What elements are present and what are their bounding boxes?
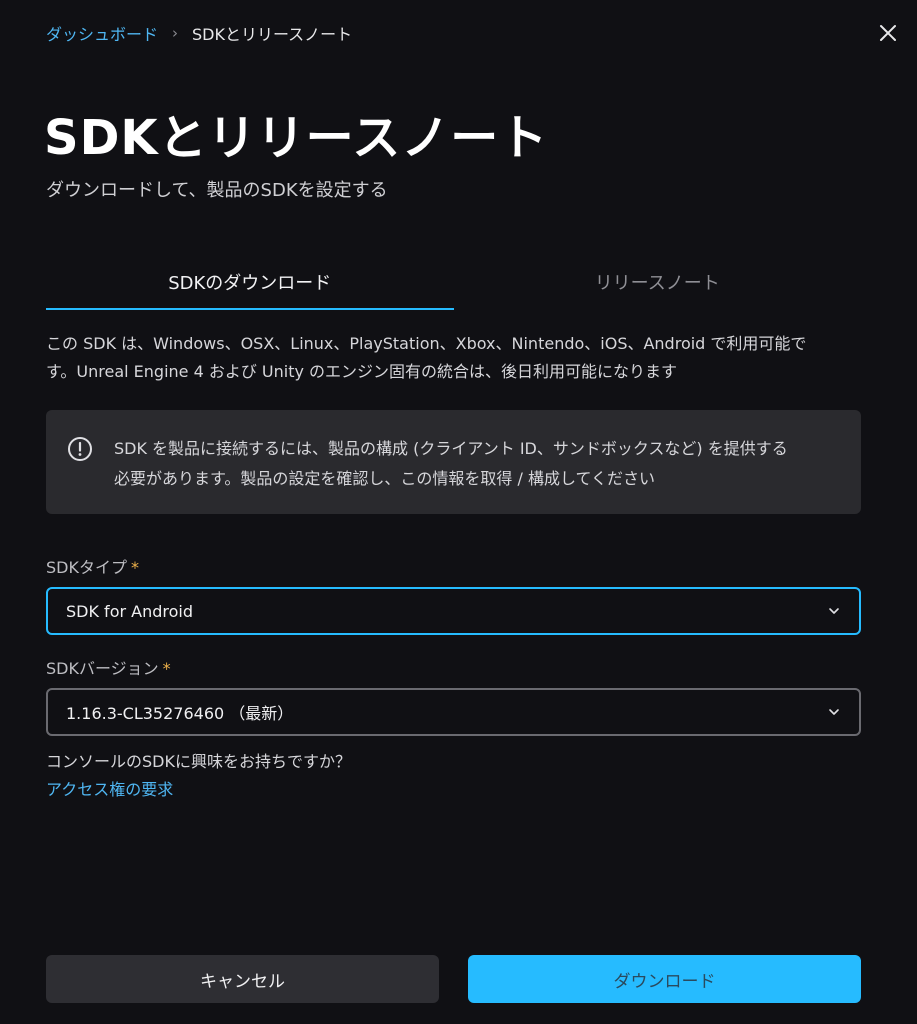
breadcrumb-separator: › xyxy=(172,24,179,42)
breadcrumb-dashboard-link[interactable]: ダッシュボード xyxy=(46,21,158,45)
notice-line-2: 必要があります。製品の設定を確認し、この情報を取得 / 構成してください xyxy=(114,469,656,488)
required-mark: * xyxy=(130,558,139,577)
sdk-type-select[interactable]: SDK for Android xyxy=(46,587,861,635)
request-access-link[interactable]: アクセス権の要求 xyxy=(46,776,173,800)
chevron-down-icon xyxy=(829,608,839,614)
info-notice: SDK を製品に接続するには、製品の構成 (クライアント ID、サンドボックスな… xyxy=(46,410,861,514)
sdk-type-value: SDK for Android xyxy=(66,601,193,621)
notice-text: SDK を製品に接続するには、製品の構成 (クライアント ID、サンドボックスな… xyxy=(114,434,788,494)
sdk-type-label-text: SDKタイプ xyxy=(46,558,127,577)
sdk-type-label: SDKタイプ * xyxy=(46,554,139,578)
close-button[interactable] xyxy=(875,20,901,46)
sdk-description: この SDK は、Windows、OSX、Linux、PlayStation、X… xyxy=(46,330,866,386)
breadcrumb: ダッシュボード › SDKとリリースノート xyxy=(46,22,352,44)
sdk-version-value: 1.16.3-CL35276460 （最新） xyxy=(66,704,294,723)
sdk-release-notes-page: ダッシュボード › SDKとリリースノート SDKとリリースノート ダウンロード… xyxy=(0,0,917,1024)
tab-bar: SDKのダウンロード リリースノート xyxy=(46,262,861,310)
info-circle-icon xyxy=(68,437,92,461)
sdk-version-label: SDKバージョン * xyxy=(46,655,171,679)
close-icon xyxy=(880,25,896,41)
sdk-version-label-text: SDKバージョン xyxy=(46,659,159,678)
tab-release-notes[interactable]: リリースノート xyxy=(454,262,862,310)
required-mark: * xyxy=(162,659,171,678)
sdk-version-select[interactable]: 1.16.3-CL35276460 （最新） xyxy=(46,688,861,736)
console-sdk-question: コンソールのSDKに興味をお持ちですか？ xyxy=(46,752,351,771)
download-button[interactable]: ダウンロード xyxy=(468,955,861,1003)
page-title: SDKとリリースノート xyxy=(44,110,549,166)
description-line-2: す。Unreal Engine 4 および Unity のエンジン固有の統合は、… xyxy=(46,362,678,381)
chevron-down-icon xyxy=(829,709,839,715)
tab-sdk-download[interactable]: SDKのダウンロード xyxy=(46,262,454,310)
description-line-1: この SDK は、Windows、OSX、Linux、PlayStation、X… xyxy=(46,334,807,353)
page-subtitle: ダウンロードして、製品のSDKを設定する xyxy=(46,180,388,201)
cancel-button[interactable]: キャンセル xyxy=(46,955,439,1003)
breadcrumb-current: SDKとリリースノート xyxy=(192,25,353,44)
notice-line-1: SDK を製品に接続するには、製品の構成 (クライアント ID、サンドボックスな… xyxy=(114,439,788,458)
